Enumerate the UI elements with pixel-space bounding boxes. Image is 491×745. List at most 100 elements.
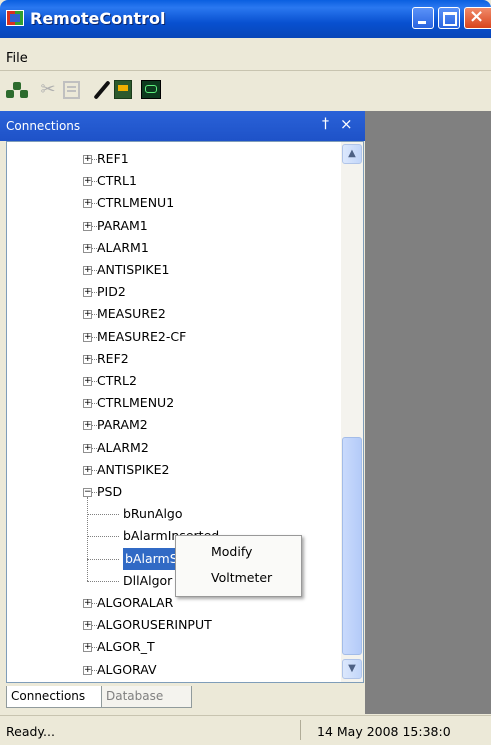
tree-node-label: ALGORRESTART xyxy=(97,681,196,682)
context-menu-modify[interactable]: Modify xyxy=(211,544,252,559)
tree-node-label: CTRLMENU2 xyxy=(97,395,175,411)
tree-node-label: ALGORAV xyxy=(97,661,157,677)
tree-node-label: CTRLMENU1 xyxy=(97,195,175,211)
tree-node[interactable]: + CTRLMENU1 xyxy=(7,192,337,214)
expand-icon[interactable]: + xyxy=(83,177,92,187)
tree-node[interactable]: + ALARM2 xyxy=(7,437,337,459)
connect-icon[interactable] xyxy=(6,80,28,100)
tree-node[interactable]: + REF2 xyxy=(7,348,337,370)
tree-node-label: REF2 xyxy=(97,350,129,366)
tree-node[interactable]: + ALGOR_T xyxy=(7,636,337,658)
tree-node-label: ALGORUSERINPUT xyxy=(97,617,212,633)
context-menu: Modify Voltmeter xyxy=(175,535,302,597)
tree-node-label: ALARM2 xyxy=(97,439,149,455)
tree-node-label: ALGOR_T xyxy=(97,639,155,655)
scroll-up-button[interactable]: ▲ xyxy=(342,144,362,164)
expand-icon[interactable]: + xyxy=(83,354,92,364)
tree-connector xyxy=(87,536,119,538)
tree-node[interactable]: + CTRL2 xyxy=(7,370,337,392)
expand-icon[interactable]: + xyxy=(83,199,92,209)
monitor-icon[interactable] xyxy=(141,80,161,99)
tree-node-label: ALGORALAR xyxy=(97,595,174,610)
tree-node[interactable]: +ALGORRESTART xyxy=(7,681,337,682)
document-icon[interactable] xyxy=(63,81,80,99)
expand-icon[interactable]: + xyxy=(83,266,92,275)
pen-icon[interactable] xyxy=(91,80,113,100)
tree-node[interactable]: + REF1 xyxy=(7,148,337,170)
tree-connector xyxy=(87,497,88,581)
tree-node[interactable]: + PARAM2 xyxy=(7,414,337,436)
tree-node[interactable]: + ANTISPIKE1 xyxy=(7,259,337,281)
context-menu-voltmeter[interactable]: Voltmeter xyxy=(211,570,272,585)
status-bar: Ready... 14 May 2008 15:38:0 xyxy=(0,715,491,745)
tree-node[interactable]: − PSD xyxy=(7,481,337,503)
tree-node[interactable]: + CTRLMENU2 xyxy=(7,392,337,414)
scroll-thumb[interactable] xyxy=(342,437,362,655)
tree-node-label: CTRL1 xyxy=(97,173,137,189)
maximize-button[interactable] xyxy=(438,7,460,29)
tree-node-label: PSD xyxy=(97,484,123,499)
panel-title: Connections xyxy=(6,119,81,133)
panel-close-icon[interactable]: × xyxy=(340,115,353,133)
tree-node[interactable]: + ANTISPIKE2 xyxy=(7,459,337,481)
tree-node-label: ANTISPIKE2 xyxy=(97,461,170,477)
minimize-button[interactable] xyxy=(412,7,434,29)
tree-node-label: MEASURE2-CF xyxy=(97,328,187,344)
window-title: RemoteControl xyxy=(30,9,166,28)
tree-node-label: MEASURE2 xyxy=(97,306,166,322)
tab-database[interactable]: Database xyxy=(102,686,192,708)
vertical-scrollbar[interactable]: ▲ ▼ xyxy=(341,142,363,682)
close-button[interactable]: × xyxy=(464,6,491,29)
expand-icon[interactable]: + xyxy=(83,443,92,453)
disconnect-icon[interactable]: ✂ xyxy=(37,80,59,100)
tree-node-label: PID2 xyxy=(97,284,126,300)
tree-node[interactable]: + PID2 xyxy=(7,281,337,303)
tree-node-label: REF1 xyxy=(97,151,129,166)
scroll-down-button[interactable]: ▼ xyxy=(342,659,362,679)
menu-file[interactable]: File xyxy=(6,51,28,66)
tree-node[interactable]: + MEASURE2-CF xyxy=(7,326,337,348)
expand-icon[interactable]: + xyxy=(83,421,92,431)
pin-icon[interactable]: † xyxy=(322,116,329,132)
tree-node[interactable]: + ALGORAV xyxy=(7,659,337,681)
app-icon xyxy=(6,10,24,26)
tree-node[interactable]: + PARAM1 xyxy=(7,215,337,237)
tree-node[interactable]: + ALGORUSERINPUT xyxy=(7,614,337,636)
connections-tree[interactable]: + REF1 + CTRL1 + CTRLMENU1 + PARAM1 + ALARM1 + ANTI… xyxy=(6,141,364,683)
tree-node-label: PARAM2 xyxy=(97,417,148,433)
close-icon: × xyxy=(469,6,485,27)
tree-leaf[interactable]: bRunAlgo xyxy=(7,503,337,525)
tree-node[interactable]: + CTRL1 xyxy=(7,170,337,192)
panel-tabs: Connections Database xyxy=(6,684,364,714)
tree-connector xyxy=(87,514,119,516)
expand-icon[interactable]: + xyxy=(83,465,92,475)
menu-bar: File xyxy=(0,38,491,71)
calculator-icon[interactable] xyxy=(114,80,132,99)
tab-connections[interactable]: Connections xyxy=(6,686,102,708)
expand-icon[interactable]: + xyxy=(83,332,92,342)
title-bar: RemoteControl × xyxy=(0,0,491,38)
expand-icon[interactable]: + xyxy=(83,221,92,231)
expand-icon[interactable]: + xyxy=(83,643,92,653)
expand-icon[interactable]: + xyxy=(83,621,92,631)
tree-connector xyxy=(87,558,119,560)
tree-leaf-label: DllAlgor xyxy=(123,572,173,588)
expand-icon[interactable]: + xyxy=(83,665,92,675)
expand-icon[interactable]: + xyxy=(83,243,92,253)
connections-panel-header: Connections † × xyxy=(0,111,365,141)
tree-node[interactable]: + ALARM1 xyxy=(7,237,337,259)
expand-icon[interactable]: + xyxy=(83,599,92,608)
expand-icon[interactable]: + xyxy=(83,288,92,298)
tree-node-label: PARAM1 xyxy=(97,217,148,233)
status-datetime: 14 May 2008 15:38:0 xyxy=(317,724,451,739)
expand-icon[interactable]: + xyxy=(83,155,92,164)
expand-icon[interactable]: + xyxy=(83,377,92,386)
tree-node[interactable]: + MEASURE2 xyxy=(7,303,337,325)
work-area xyxy=(365,111,491,714)
expand-icon[interactable]: + xyxy=(83,310,92,320)
tree-leaf-label: bRunAlgo xyxy=(123,506,183,522)
tree-node-label: ALARM1 xyxy=(97,239,149,255)
expand-icon[interactable]: + xyxy=(83,399,92,409)
expand-icon[interactable]: − xyxy=(83,488,92,497)
status-divider xyxy=(300,720,301,740)
